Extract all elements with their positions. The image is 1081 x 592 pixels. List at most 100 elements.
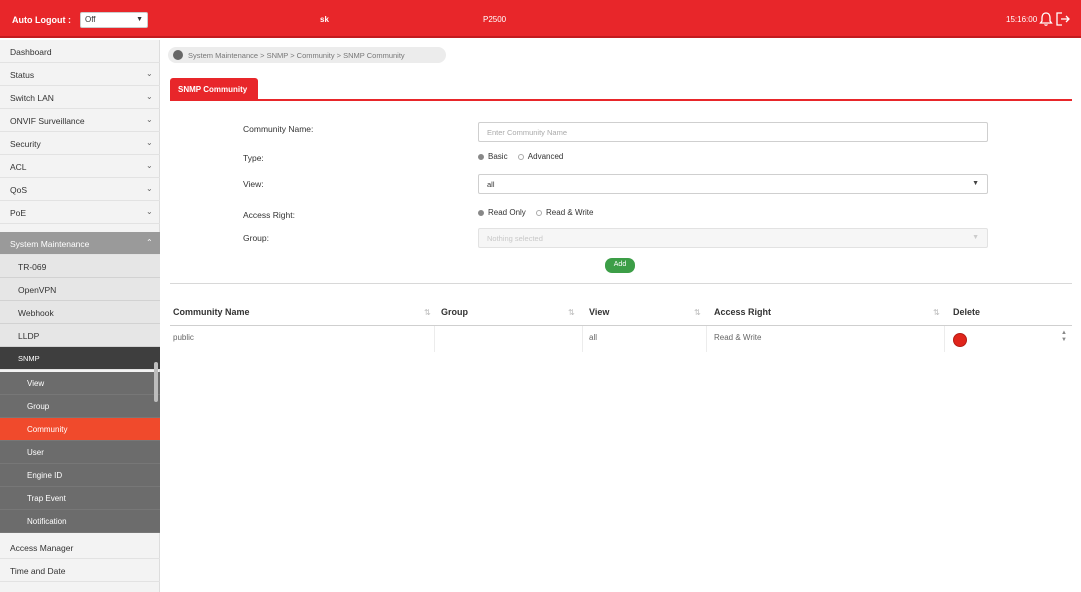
sidebar-item-community[interactable]: Community (0, 418, 160, 441)
sidebar-scrollbar[interactable] (154, 362, 158, 402)
sidebar-item-label: LLDP (18, 331, 40, 341)
sidebar-item-webhook[interactable]: Webhook (0, 301, 160, 324)
sidebar-item-label: Status (10, 70, 35, 80)
logout-icon[interactable] (1055, 11, 1070, 27)
sidebar-item-status[interactable]: Status ⌄ (0, 63, 160, 86)
column-header-view[interactable]: View (589, 307, 609, 317)
chevron-up-icon: ⌃ (146, 238, 153, 247)
chevron-down-icon: ⌄ (146, 138, 153, 147)
radio-checked-icon (478, 209, 484, 216)
sidebar-item-view[interactable]: View (0, 372, 160, 395)
sidebar-item-label: System Maintenance (10, 239, 90, 249)
sort-icon[interactable]: ⇅ (568, 308, 575, 317)
type-label: Type: (243, 153, 264, 163)
sidebar-item-tr069[interactable]: TR-069 (0, 255, 160, 278)
sidebar-item-label: TR-069 (18, 262, 47, 272)
sidebar-item-poe[interactable]: PoE ⌄ (0, 201, 160, 224)
chevron-down-icon: ⌄ (146, 115, 153, 124)
sidebar-item-label: QoS (10, 185, 28, 195)
access-read-write-option[interactable]: Read & Write (536, 208, 593, 217)
form-divider (170, 283, 1072, 284)
cell-community-name: public (173, 333, 194, 342)
view-select[interactable]: all ▼ (478, 174, 988, 194)
sidebar-item-access-manager[interactable]: Access Manager (0, 536, 160, 559)
chevron-down-icon: ⌄ (146, 69, 153, 78)
column-separator (582, 326, 583, 352)
sidebar-item-openvpn[interactable]: OpenVPN (0, 278, 160, 301)
type-basic-label: Basic (488, 152, 508, 161)
type-basic-option[interactable]: Basic (478, 152, 508, 161)
home-icon[interactable] (173, 50, 183, 60)
column-header-access-right[interactable]: Access Right (714, 307, 771, 317)
group-placeholder: Nothing selected (487, 234, 543, 243)
type-radio-group: Basic Advanced (478, 152, 571, 161)
sidebar-item-switch-lan[interactable]: Switch LAN ⌄ (0, 86, 160, 109)
group-label: Group: (243, 233, 269, 243)
sidebar-item-label: PoE (10, 208, 27, 218)
sidebar-item-lldp[interactable]: LLDP (0, 324, 160, 347)
sidebar-item-label: Group (27, 402, 50, 411)
auto-logout-select[interactable]: Off ▼ (80, 12, 148, 28)
sidebar-item-label: Engine ID (27, 471, 63, 480)
clock: 15:16:00 (1006, 15, 1038, 24)
sort-icon[interactable]: ⇅ (694, 308, 701, 317)
column-separator (944, 326, 945, 352)
community-name-label: Community Name: (243, 124, 314, 134)
tab-underline (170, 99, 1072, 101)
bell-icon[interactable] (1039, 11, 1053, 27)
type-advanced-label: Advanced (527, 152, 564, 161)
view-value: all (487, 180, 495, 189)
access-right-label: Access Right: (243, 210, 295, 220)
sidebar-item-label: ACL (10, 162, 27, 172)
chevron-down-icon: ⌄ (146, 184, 153, 193)
top-bar: Auto Logout : Off ▼ sk P2500 15:16:00 (0, 0, 1081, 38)
sidebar-item-label: SNMP (18, 354, 40, 363)
auto-logout-label: Auto Logout : (12, 15, 71, 25)
radio-unchecked-icon (536, 209, 543, 216)
chevron-down-icon: ▼ (972, 234, 979, 241)
table-scroll-arrows-icon[interactable]: ▲ ▼ (1060, 330, 1068, 352)
sidebar-item-qos[interactable]: QoS ⌄ (0, 178, 160, 201)
cell-view: all (589, 333, 598, 342)
type-advanced-option[interactable]: Advanced (517, 152, 564, 161)
sidebar-item-time-and-date[interactable]: Time and Date (0, 559, 160, 582)
community-name-input[interactable]: Enter Community Name (478, 122, 988, 142)
cell-access-right: Read & Write (714, 333, 762, 342)
chevron-down-icon: ⌄ (146, 92, 153, 101)
column-header-community-name[interactable]: Community Name (173, 307, 250, 317)
sort-icon[interactable]: ⇅ (933, 308, 940, 317)
column-header-delete: Delete (953, 307, 981, 317)
sidebar-item-system-maintenance[interactable]: System Maintenance ⌃ (0, 232, 160, 255)
sidebar-item-label: Community (27, 425, 68, 434)
sidebar-item-label: Dashboard (10, 47, 52, 57)
sidebar-item-label: Webhook (18, 308, 54, 318)
auto-logout-value: Off (85, 15, 96, 24)
sidebar-item-engine-id[interactable]: Engine ID (0, 464, 160, 487)
table-header-line (170, 325, 1072, 326)
breadcrumb-text: System Maintenance > SNMP > Community > … (188, 51, 405, 60)
sidebar-item-onvif[interactable]: ONVIF Surveillance ⌄ (0, 109, 160, 132)
sidebar-item-group[interactable]: Group (0, 395, 160, 418)
add-button[interactable]: Add (605, 258, 635, 273)
column-separator (434, 326, 435, 352)
access-right-radio-group: Read Only Read & Write (478, 208, 601, 217)
radio-unchecked-icon (517, 153, 524, 160)
chevron-down-icon: ▼ (972, 180, 979, 187)
sidebar-item-label: Switch LAN (10, 93, 54, 103)
tab-snmp-community[interactable]: SNMP Community (170, 78, 258, 100)
column-header-group[interactable]: Group (441, 307, 468, 317)
group-select: Nothing selected ▼ (478, 228, 988, 248)
sidebar-item-snmp[interactable]: SNMP (0, 347, 160, 370)
sidebar-item-user[interactable]: User (0, 441, 160, 464)
sidebar-item-trap-event[interactable]: Trap Event (0, 487, 160, 510)
sidebar-item-dashboard[interactable]: Dashboard (0, 40, 160, 63)
delete-icon[interactable] (953, 333, 967, 347)
sidebar: Dashboard Status ⌄ Switch LAN ⌄ ONVIF Surv… (0, 40, 160, 592)
access-read-only-option[interactable]: Read Only (478, 208, 526, 217)
sidebar-item-security[interactable]: Security ⌄ (0, 132, 160, 155)
sidebar-item-label: ONVIF Surveillance (10, 116, 85, 126)
sidebar-item-label: Trap Event (27, 494, 66, 503)
sidebar-item-notification[interactable]: Notification (0, 510, 160, 533)
sort-icon[interactable]: ⇅ (424, 308, 431, 317)
sidebar-item-acl[interactable]: ACL ⌄ (0, 155, 160, 178)
